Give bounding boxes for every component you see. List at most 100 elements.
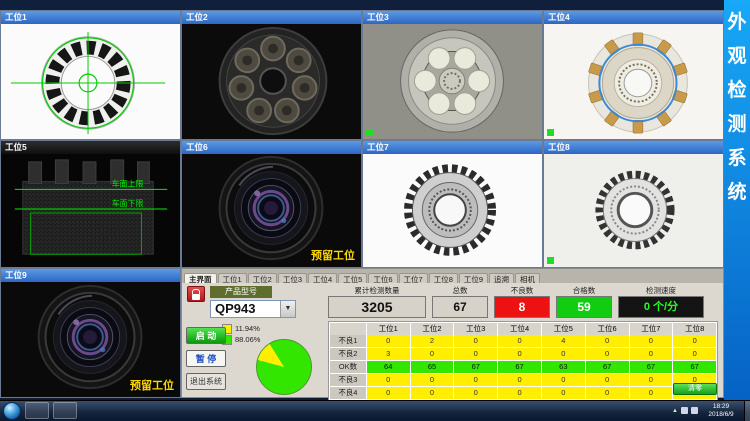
row-label: 不良3	[330, 374, 366, 386]
camera-5-image: 车面上限 车面下限	[1, 154, 180, 267]
control-panel-body: 产品型号 QP943 ▼ 11.94%88.06% 启 动 暂 停 退出系统 累…	[182, 283, 723, 397]
window-top-strip	[0, 0, 724, 10]
row-label: OK数	[330, 361, 366, 373]
legend-item: 88.06%	[222, 334, 260, 345]
stat-不良数: 不良数8	[494, 285, 550, 318]
cell: 0	[630, 335, 673, 347]
cell: 0	[367, 374, 410, 386]
camera-3-title: 工位3	[367, 12, 389, 22]
cell: 0	[498, 335, 541, 347]
table-header: 工位1工位2工位3工位4工位5工位6工位7工位8	[330, 323, 716, 335]
camera-2-image	[182, 24, 361, 139]
network-icon[interactable]	[681, 407, 688, 414]
cell: 0	[411, 348, 454, 360]
tab-工位1[interactable]: 工位1	[218, 273, 247, 283]
cell: 3	[367, 348, 410, 360]
camera-5-upper-limit-label: 车面上限	[112, 178, 144, 188]
stat-累计检测数量: 累计检测数量3205	[328, 285, 426, 318]
tab-追溯[interactable]: 追溯	[489, 273, 514, 283]
app-title-char: 外	[727, 12, 746, 33]
camera-4-titlebar: 工位4	[544, 11, 723, 24]
clear-button[interactable]: 清零	[673, 383, 717, 395]
row-label: 不良4	[330, 387, 366, 399]
camera-panel-7: 工位7	[362, 140, 543, 268]
legend-item: 11.94%	[222, 323, 260, 334]
tab-相机[interactable]: 相机	[515, 273, 540, 283]
stat-label: 总数	[432, 285, 488, 296]
camera-9-title: 工位9	[5, 270, 27, 280]
volume-icon[interactable]	[691, 407, 698, 414]
pie-chart	[256, 339, 312, 395]
col-工位6: 工位6	[586, 323, 629, 335]
exit-button[interactable]: 退出系统	[186, 373, 226, 390]
table-row: OK数6465676763676767	[330, 361, 716, 373]
control-panel: 主界面工位1工位2工位3工位4工位5工位6工位7工位8工位9追溯相机 产品型号 …	[181, 268, 724, 398]
cell: 67	[586, 361, 629, 373]
cell: 63	[542, 361, 585, 373]
camera-4-title: 工位4	[548, 12, 570, 22]
col-工位5: 工位5	[542, 323, 585, 335]
camera-panel-8: 工位8	[543, 140, 724, 268]
tab-工位9[interactable]: 工位9	[459, 273, 488, 283]
tab-工位6[interactable]: 工位6	[368, 273, 397, 283]
table-body: 不良102004000不良230000000OK数646567676367676…	[330, 335, 716, 399]
lock-button[interactable]	[187, 286, 205, 302]
cell: 0	[542, 387, 585, 399]
row-label: 不良1	[330, 335, 366, 347]
stat-label: 检测速度	[618, 285, 704, 296]
clock[interactable]: 18:29 2018/6/9	[701, 403, 741, 419]
camera-panel-3: 工位3	[362, 10, 543, 140]
col-工位1: 工位1	[367, 323, 410, 335]
product-select[interactable]: QP943 ▼	[210, 300, 296, 318]
camera-6-title: 工位6	[186, 142, 208, 152]
camera-2-titlebar: 工位2	[182, 11, 361, 24]
cell: 67	[673, 361, 716, 373]
tab-工位8[interactable]: 工位8	[429, 273, 458, 283]
stat-value: 3205	[328, 296, 426, 318]
cell: 0	[586, 387, 629, 399]
stat-value: 59	[556, 296, 612, 318]
camera-panel-9: 工位9 预留工位	[0, 268, 181, 398]
tray-expand-icon[interactable]: ▲	[672, 408, 678, 414]
tab-工位5[interactable]: 工位5	[338, 273, 367, 283]
cell: 0	[454, 348, 497, 360]
camera-5-lower-limit-label: 车面下限	[112, 198, 144, 208]
legend-label: 88.06%	[235, 335, 260, 344]
cell: 0	[411, 387, 454, 399]
cell: 67	[630, 361, 673, 373]
cell: 0	[586, 374, 629, 386]
camera-8-title: 工位8	[548, 142, 570, 152]
cell: 0	[498, 374, 541, 386]
tab-工位3[interactable]: 工位3	[278, 273, 307, 283]
camera-7-title: 工位7	[367, 142, 389, 152]
tab-主界面[interactable]: 主界面	[184, 273, 217, 283]
table-row: 不良230000000	[330, 348, 716, 360]
cell: 2	[411, 335, 454, 347]
camera-5-titlebar: 工位5	[1, 141, 180, 154]
panel-tabs: 主界面工位1工位2工位3工位4工位5工位6工位7工位8工位9追溯相机	[182, 269, 723, 283]
start-button[interactable]: 启 动	[186, 327, 226, 344]
pause-button[interactable]: 暂 停	[186, 350, 226, 367]
tab-工位7[interactable]: 工位7	[399, 273, 428, 283]
camera-7-titlebar: 工位7	[363, 141, 542, 154]
stat-value: 67	[432, 296, 488, 318]
camera-panel-1: 工位1	[0, 10, 181, 140]
col-工位8: 工位8	[673, 323, 716, 335]
tab-工位4[interactable]: 工位4	[308, 273, 337, 283]
taskbar-app-2[interactable]	[53, 402, 77, 419]
taskbar-app-1[interactable]	[25, 402, 49, 419]
cell: 0	[630, 387, 673, 399]
stat-label: 累计检测数量	[328, 285, 426, 296]
system-tray: ▲ 18:29 2018/6/9	[672, 403, 741, 419]
chevron-down-icon[interactable]: ▼	[280, 301, 295, 317]
cell: 0	[454, 387, 497, 399]
stat-label: 合格数	[556, 285, 612, 296]
show-desktop-button[interactable]	[744, 401, 750, 421]
cell: 67	[454, 361, 497, 373]
camera-5-title: 工位5	[5, 142, 27, 152]
cell: 0	[367, 335, 410, 347]
camera-7-image	[363, 154, 542, 267]
stat-合格数: 合格数59	[556, 285, 612, 318]
tab-工位2[interactable]: 工位2	[248, 273, 277, 283]
start-button-orb[interactable]	[3, 402, 21, 420]
